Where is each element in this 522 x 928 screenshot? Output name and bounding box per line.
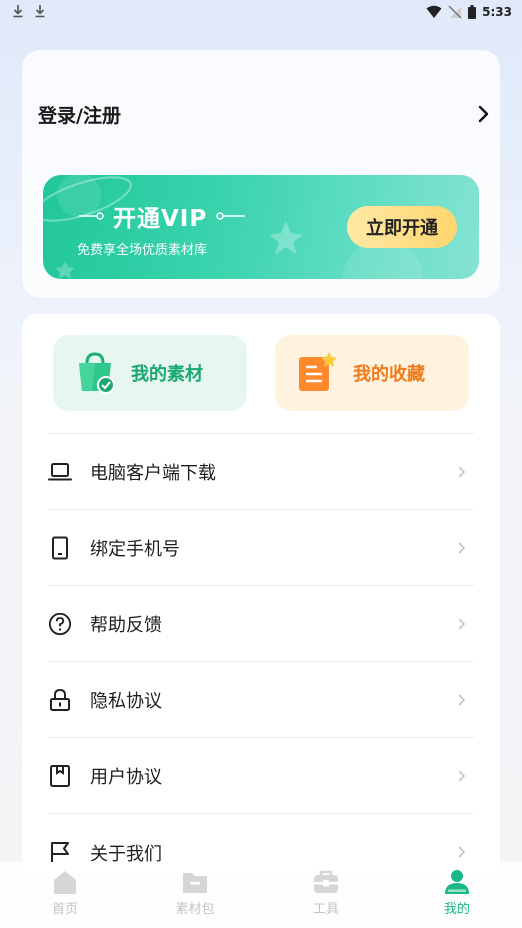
menu-item-label: 电脑客户端下载 <box>90 462 216 484</box>
vip-subtitle: 免费享全场优质素材库 <box>77 243 208 258</box>
chevron-right-icon <box>478 105 489 123</box>
menu-item-privacy-policy[interactable]: 隐私协议 <box>48 661 474 737</box>
shopping-bag-icon <box>79 352 115 394</box>
chevron-right-icon <box>458 693 466 706</box>
login-row[interactable]: 登录/注册 <box>38 90 490 138</box>
menu-item-label: 关于我们 <box>90 844 162 862</box>
home-icon <box>54 871 76 894</box>
menu-item-desktop-download[interactable]: 电脑客户端下载 <box>48 433 474 509</box>
question-icon <box>48 612 72 636</box>
laptop-icon <box>48 460 72 484</box>
nav-tab-home[interactable]: 首页 <box>25 868 105 924</box>
nav-tab-material-pack[interactable]: 素材包 <box>155 868 235 924</box>
nav-tab-mine[interactable]: 我的 <box>417 868 497 924</box>
login-register-label: 登录/注册 <box>38 104 121 127</box>
my-favorites-button[interactable]: 我的收藏 <box>275 335 469 411</box>
nav-tab-tools[interactable]: 工具 <box>286 868 366 924</box>
menu-item-label: 隐私协议 <box>90 690 162 712</box>
vip-title-row: 开通VIP <box>79 199 246 233</box>
menu-item-user-agreement[interactable]: 用户协议 <box>48 737 474 813</box>
profile-icon <box>445 870 469 894</box>
download-icon <box>13 5 23 18</box>
no-sim-icon <box>448 5 462 19</box>
nav-label: 素材包 <box>175 902 215 917</box>
nav-label: 我的 <box>443 902 470 917</box>
status-time: 5:33 <box>482 5 512 19</box>
chevron-right-icon <box>458 846 466 858</box>
lock-icon <box>48 688 72 712</box>
nav-label: 工具 <box>312 902 339 917</box>
folder-icon <box>183 873 207 893</box>
menu-item-about-us[interactable]: 关于我们 <box>48 813 474 862</box>
vip-banner[interactable]: 开通VIP 免费享全场优质素材库 立即开通 <box>43 175 479 279</box>
toolbox-icon <box>314 870 338 893</box>
nav-label: 首页 <box>51 902 78 917</box>
flag-icon <box>48 840 72 862</box>
menu-item-help-feedback[interactable]: 帮助反馈 <box>48 585 474 661</box>
menu-item-bind-phone[interactable]: 绑定手机号 <box>48 509 474 585</box>
my-materials-button[interactable]: 我的素材 <box>53 335 247 411</box>
phone-icon <box>48 536 72 560</box>
my-materials-label: 我的素材 <box>131 364 203 385</box>
chevron-right-icon <box>458 769 466 782</box>
chevron-right-icon <box>458 617 466 630</box>
bookmark-icon <box>48 764 72 788</box>
menu-item-label: 帮助反馈 <box>90 614 162 636</box>
decor-line-icon <box>216 212 246 220</box>
battery-icon <box>468 5 477 19</box>
chevron-right-icon <box>458 465 466 478</box>
my-favorites-label: 我的收藏 <box>353 364 425 385</box>
wifi-icon <box>426 5 442 18</box>
decor-line-icon <box>79 212 104 220</box>
download-icon <box>35 5 45 18</box>
chevron-right-icon <box>458 541 466 554</box>
vip-title: 开通VIP <box>113 206 208 232</box>
open-vip-button[interactable]: 立即开通 <box>347 206 457 248</box>
menu-item-label: 绑定手机号 <box>90 538 180 560</box>
menu-item-label: 用户协议 <box>90 766 162 788</box>
favorites-document-icon <box>299 352 337 391</box>
status-bar: 5:33 <box>0 0 522 24</box>
